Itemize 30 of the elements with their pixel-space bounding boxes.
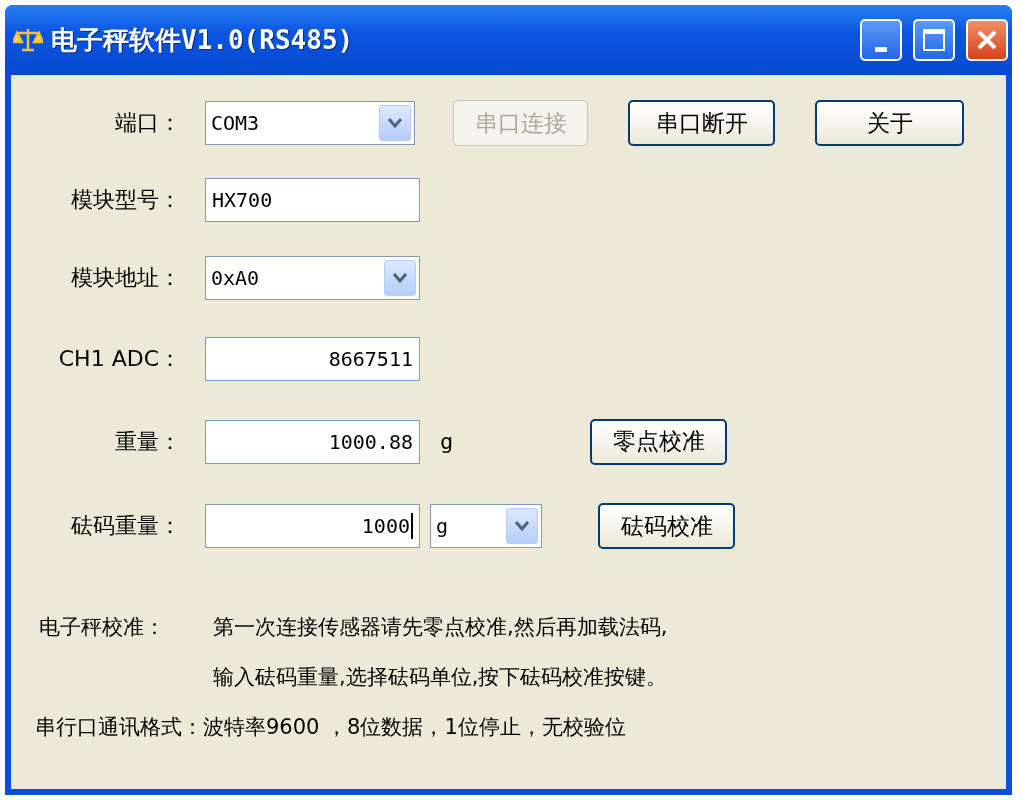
action-button[interactable]: 串口断开: [628, 100, 775, 146]
maximize-button[interactable]: [913, 19, 955, 61]
input-field[interactable]: HX700: [205, 178, 420, 222]
dropdown[interactable]: 0xA0: [205, 256, 420, 300]
input-field[interactable]: 1000: [205, 504, 420, 548]
calibration-note: 第一次连接传感器请先零点校准,然后再加载法码,: [213, 614, 669, 641]
close-icon: [976, 29, 998, 51]
unit-dropdown[interactable]: g: [430, 504, 542, 548]
field-label: 重量：: [114, 427, 181, 456]
field-label: 模块地址：: [70, 264, 181, 292]
field-label: 端口：: [114, 109, 181, 137]
minimize-icon: [875, 46, 887, 52]
field-label: 砝码重量：: [70, 512, 181, 540]
maximize-icon: [922, 28, 946, 52]
calibration-label: 电子秤校准：: [39, 614, 166, 641]
action-button[interactable]: 关于: [815, 100, 964, 146]
input-field[interactable]: 8667511: [205, 337, 420, 381]
unit-label: g: [440, 429, 455, 454]
input-field[interactable]: 1000.88: [205, 419, 420, 464]
window-title: 电子秤软件V1.0(RS485): [51, 23, 355, 57]
calibration-note: 输入砝码重量,选择砝码单位,按下砝码校准按键。: [213, 664, 669, 691]
action-button[interactable]: 砝码校准: [598, 503, 735, 549]
serial-format-note: 串行口通讯格式：波特率9600 ，8位数据，1位停止，无校验位: [35, 714, 627, 741]
close-button[interactable]: [966, 19, 1008, 61]
scale-icon: [13, 26, 43, 54]
dropdown[interactable]: COM3: [205, 101, 415, 145]
action-button[interactable]: 零点校准: [590, 418, 727, 465]
field-label: CH1 ADC：: [57, 345, 181, 373]
field-label: 模块型号：: [70, 186, 181, 214]
minimize-button[interactable]: [860, 19, 902, 61]
